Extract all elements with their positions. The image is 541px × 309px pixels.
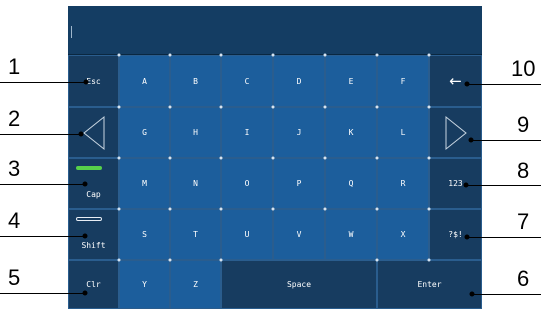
leader-dot-4 (82, 233, 88, 239)
key-o[interactable]: O (221, 158, 273, 209)
key-x[interactable]: X (377, 209, 429, 260)
key-u[interactable]: U (221, 209, 273, 260)
key-t[interactable]: T (170, 209, 221, 260)
leader-line-10 (467, 84, 541, 85)
leader-dot-2 (78, 131, 84, 137)
callout-8: 8 (517, 158, 530, 183)
cursor-right-key[interactable] (429, 107, 482, 158)
leader-dot-3 (82, 181, 88, 187)
esc-key[interactable]: Esc (68, 55, 119, 107)
key-f[interactable]: F (377, 55, 429, 107)
key-b[interactable]: B (170, 55, 221, 107)
caps-indicator (76, 166, 102, 170)
right-triangle-icon (445, 115, 467, 150)
symbols-key[interactable]: ?$! (429, 209, 482, 260)
leader-line-5 (0, 293, 85, 294)
key-y[interactable]: Y (119, 260, 170, 309)
leader-line-2 (0, 134, 81, 135)
callout-3: 3 (8, 156, 21, 181)
text-cursor (71, 26, 72, 38)
leader-line-4 (0, 236, 85, 237)
leader-dot-8 (463, 182, 469, 188)
backspace-key[interactable]: ← (429, 55, 482, 107)
callout-4: 4 (8, 208, 21, 233)
key-w[interactable]: W (325, 209, 377, 260)
key-j[interactable]: J (273, 107, 325, 158)
callout-5: 5 (8, 265, 21, 290)
cursor-left-key[interactable] (68, 107, 119, 158)
leader-line-8 (466, 185, 541, 186)
leader-line-7 (467, 237, 541, 238)
key-e[interactable]: E (325, 55, 377, 107)
key-v[interactable]: V (273, 209, 325, 260)
text-display[interactable] (68, 6, 482, 55)
key-c[interactable]: C (221, 55, 273, 107)
key-p[interactable]: P (273, 158, 325, 209)
leader-dot-10 (464, 81, 470, 87)
leader-line-3 (0, 184, 85, 185)
backspace-arrow-icon: ← (449, 72, 462, 90)
key-a[interactable]: A (119, 55, 170, 107)
clear-key[interactable]: Clr (68, 260, 119, 309)
key-s[interactable]: S (119, 209, 170, 260)
shift-key[interactable]: Shift (68, 209, 119, 260)
key-k[interactable]: K (325, 107, 377, 158)
key-q[interactable]: Q (325, 158, 377, 209)
shift-indicator (76, 217, 102, 221)
key-h[interactable]: H (170, 107, 221, 158)
leader-line-9 (471, 140, 541, 141)
key-z[interactable]: Z (170, 260, 221, 309)
space-key[interactable]: Space (221, 260, 377, 309)
leader-line-1 (0, 82, 86, 83)
leader-line-6 (472, 294, 541, 295)
key-i[interactable]: I (221, 107, 273, 158)
callout-9: 9 (517, 112, 530, 137)
enter-key[interactable]: Enter (377, 260, 482, 309)
callout-1: 1 (8, 54, 21, 79)
leader-dot-5 (82, 290, 88, 296)
key-n[interactable]: N (170, 158, 221, 209)
left-triangle-icon (82, 115, 104, 150)
callout-7: 7 (517, 209, 530, 234)
leader-dot-1 (83, 79, 89, 85)
leader-dot-9 (468, 137, 474, 143)
callout-2: 2 (8, 106, 21, 131)
key-l[interactable]: L (377, 107, 429, 158)
key-m[interactable]: M (119, 158, 170, 209)
callout-10: 10 (511, 56, 536, 81)
leader-dot-7 (464, 234, 470, 240)
key-r[interactable]: R (377, 158, 429, 209)
numeric-mode-key[interactable]: 123 (429, 158, 482, 209)
leader-dot-6 (469, 291, 475, 297)
key-d[interactable]: D (273, 55, 325, 107)
key-g[interactable]: G (119, 107, 170, 158)
callout-6: 6 (517, 266, 530, 291)
